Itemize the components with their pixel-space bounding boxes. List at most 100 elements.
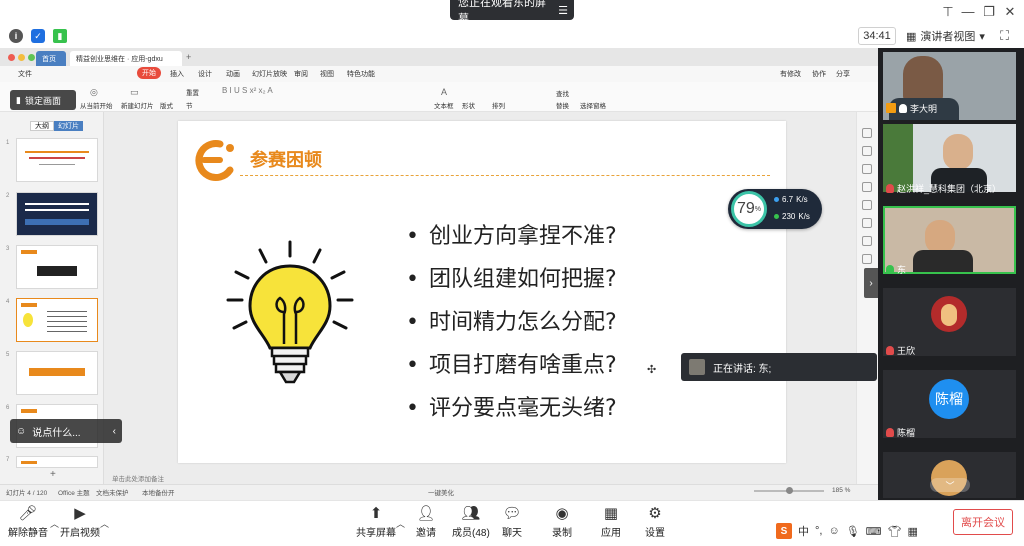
sharing-banner[interactable]: 您正在观看东的屏幕 ☰ <box>450 0 574 25</box>
menu-home[interactable]: 开始 <box>137 67 161 79</box>
notes-hint[interactable]: 单击此处添加备注 <box>112 473 164 483</box>
members-button[interactable]: 👥︎ 成员(48) <box>452 504 490 539</box>
new-slide-icon[interactable]: ▭ <box>130 87 139 98</box>
ribbon-selection-pane[interactable]: 选择窗格 <box>580 100 606 110</box>
upload-value: 6.7 <box>782 195 794 204</box>
menu-modified[interactable]: 有修改 <box>780 69 801 79</box>
menu-share[interactable]: 分享 <box>836 69 850 79</box>
chevron-up-icon[interactable]: ︿ <box>396 517 405 530</box>
tool-icon[interactable] <box>862 146 872 156</box>
menu-view[interactable]: 视图 <box>320 69 334 79</box>
toolbox-icon[interactable]: ▦ <box>908 525 918 538</box>
ribbon-layout[interactable]: 版式 <box>160 100 173 110</box>
zoom-dot-icon[interactable] <box>28 54 35 61</box>
scroll-down-icon[interactable]: ﹀ <box>930 478 970 492</box>
unmute-button[interactable]: 🎤︎ 解除静音 <box>8 504 48 539</box>
emoji-icon[interactable]: ☺ <box>828 525 839 537</box>
beautify-button[interactable]: 一键美化 <box>428 487 454 497</box>
signal-icon[interactable]: ▮ <box>53 29 67 43</box>
tool-icon[interactable] <box>862 164 872 174</box>
add-tab-icon[interactable]: + <box>186 52 191 62</box>
ime-language[interactable]: 中 <box>798 523 809 539</box>
menu-review[interactable]: 审阅 <box>294 69 308 79</box>
chevron-up-icon[interactable]: ︿ <box>50 517 59 530</box>
tool-icon[interactable] <box>862 254 872 264</box>
shield-icon[interactable]: ✓ <box>31 29 45 43</box>
minimize-icon[interactable]: — <box>958 4 978 19</box>
apps-button[interactable]: ▦ 应用 <box>601 504 621 539</box>
view-label: 演讲者视图 <box>920 31 976 43</box>
cpu-unit: % <box>754 205 762 213</box>
slide-thumbnail[interactable] <box>16 138 98 182</box>
ribbon-find[interactable]: 查找 <box>556 88 569 98</box>
pin-icon[interactable]: ⊤ <box>938 4 958 20</box>
ime-toolbar[interactable]: S 中 °, ☺ 🎙︎ ⌨︎ 👕︎ ▦ <box>776 522 946 540</box>
invite-icon: 👤︎ <box>416 505 436 522</box>
collapse-panel-icon[interactable]: › <box>864 268 878 298</box>
unmute-label: 解除静音 <box>8 528 48 539</box>
punctuation-icon[interactable]: °, <box>815 525 822 537</box>
tool-icon[interactable] <box>862 200 872 210</box>
minimize-dot-icon[interactable] <box>18 54 25 61</box>
slide-thumbnail-active[interactable] <box>16 298 98 342</box>
ribbon-replace[interactable]: 替换 <box>556 100 569 110</box>
ribbon-from-current[interactable]: 从当前开始 <box>80 100 113 110</box>
ribbon-shape[interactable]: 形状 <box>462 100 475 110</box>
close-icon[interactable]: ✕ <box>1000 4 1020 20</box>
tab-document[interactable]: 精益创业思维在 · 应用-gdxu <box>70 51 182 66</box>
format-toolbar[interactable]: B I U S x² x₂ A <box>222 86 273 95</box>
tool-icon[interactable] <box>862 128 872 138</box>
play-icon[interactable]: ◎ <box>90 87 98 98</box>
voice-icon[interactable]: 🎙︎ <box>846 525 860 538</box>
menu-animation[interactable]: 动画 <box>226 69 240 79</box>
record-button[interactable]: ◉ 录制 <box>552 504 572 539</box>
slide-thumbnail[interactable] <box>16 456 98 468</box>
info-icon[interactable]: i <box>9 29 23 43</box>
tab-home[interactable]: 首页 <box>36 51 66 66</box>
ribbon-textbox[interactable]: 文本框 <box>434 100 454 110</box>
settings-button[interactable]: ⚙︎ 设置 <box>645 504 665 539</box>
tool-icon[interactable] <box>862 182 872 192</box>
menu-design[interactable]: 设计 <box>198 69 212 79</box>
start-video-button[interactable]: ▶︎ 开启视频 <box>60 504 100 539</box>
slide-thumbnail[interactable] <box>16 192 98 236</box>
invite-button[interactable]: 👤︎ 邀请 <box>416 504 436 539</box>
textbox-icon[interactable]: A <box>441 87 447 97</box>
tab-outline[interactable]: 大纲 <box>30 121 54 131</box>
zoom-slider-handle[interactable] <box>786 487 793 494</box>
restore-icon[interactable]: ❐ <box>979 4 999 20</box>
avatar: 陈榴 <box>929 379 969 419</box>
tool-icon[interactable] <box>862 218 872 228</box>
ribbon-section[interactable]: 节 <box>186 100 193 110</box>
view-switch-button[interactable]: ▦ 演讲者视图 ▾ <box>906 27 990 45</box>
tab-slides[interactable]: 幻灯片 <box>54 121 83 131</box>
ribbon-reset[interactable]: 重置 <box>186 87 199 97</box>
skin-icon[interactable]: 👕︎ <box>888 525 902 538</box>
tool-icon[interactable] <box>862 236 872 246</box>
menu-collaborate[interactable]: 协作 <box>812 69 826 79</box>
menu-slideshow[interactable]: 幻灯片放映 <box>252 69 287 79</box>
leave-meeting-button[interactable]: 离开会议 <box>953 509 1013 535</box>
slide-thumbnail[interactable] <box>16 351 98 395</box>
comment-input[interactable]: ☺ 说点什么... ‹ <box>10 419 122 443</box>
thumb-number: 2 <box>6 193 10 199</box>
share-screen-button[interactable]: ⬆︎ 共享屏幕 <box>356 504 396 539</box>
chevron-up-icon[interactable]: ︿ <box>100 517 109 530</box>
ribbon-arrange[interactable]: 排列 <box>492 100 505 110</box>
upload-dot-icon <box>774 197 779 202</box>
lock-screen-button[interactable]: ▮ 锁定画面 <box>10 90 76 110</box>
menu-icon[interactable]: ☰ <box>558 4 568 17</box>
ribbon-new-slide[interactable]: 新建幻灯片 <box>121 100 154 110</box>
fullscreen-icon[interactable]: ⛶ <box>1000 28 1009 44</box>
add-slide-icon[interactable]: + <box>50 469 56 480</box>
participant-name-tag: 东 <box>886 262 906 276</box>
chat-button[interactable]: 💬︎ 聊天 <box>502 504 522 539</box>
slide-thumbnail[interactable] <box>16 245 98 289</box>
emoji-icon: ☺ <box>16 425 27 437</box>
menu-file[interactable]: 文件 <box>18 69 32 79</box>
menu-insert[interactable]: 插入 <box>170 69 184 79</box>
menu-features[interactable]: 特色功能 <box>347 69 375 79</box>
chevron-left-icon[interactable]: ‹ <box>113 426 116 437</box>
keyboard-icon[interactable]: ⌨︎ <box>866 525 882 538</box>
close-dot-icon[interactable] <box>8 54 15 61</box>
